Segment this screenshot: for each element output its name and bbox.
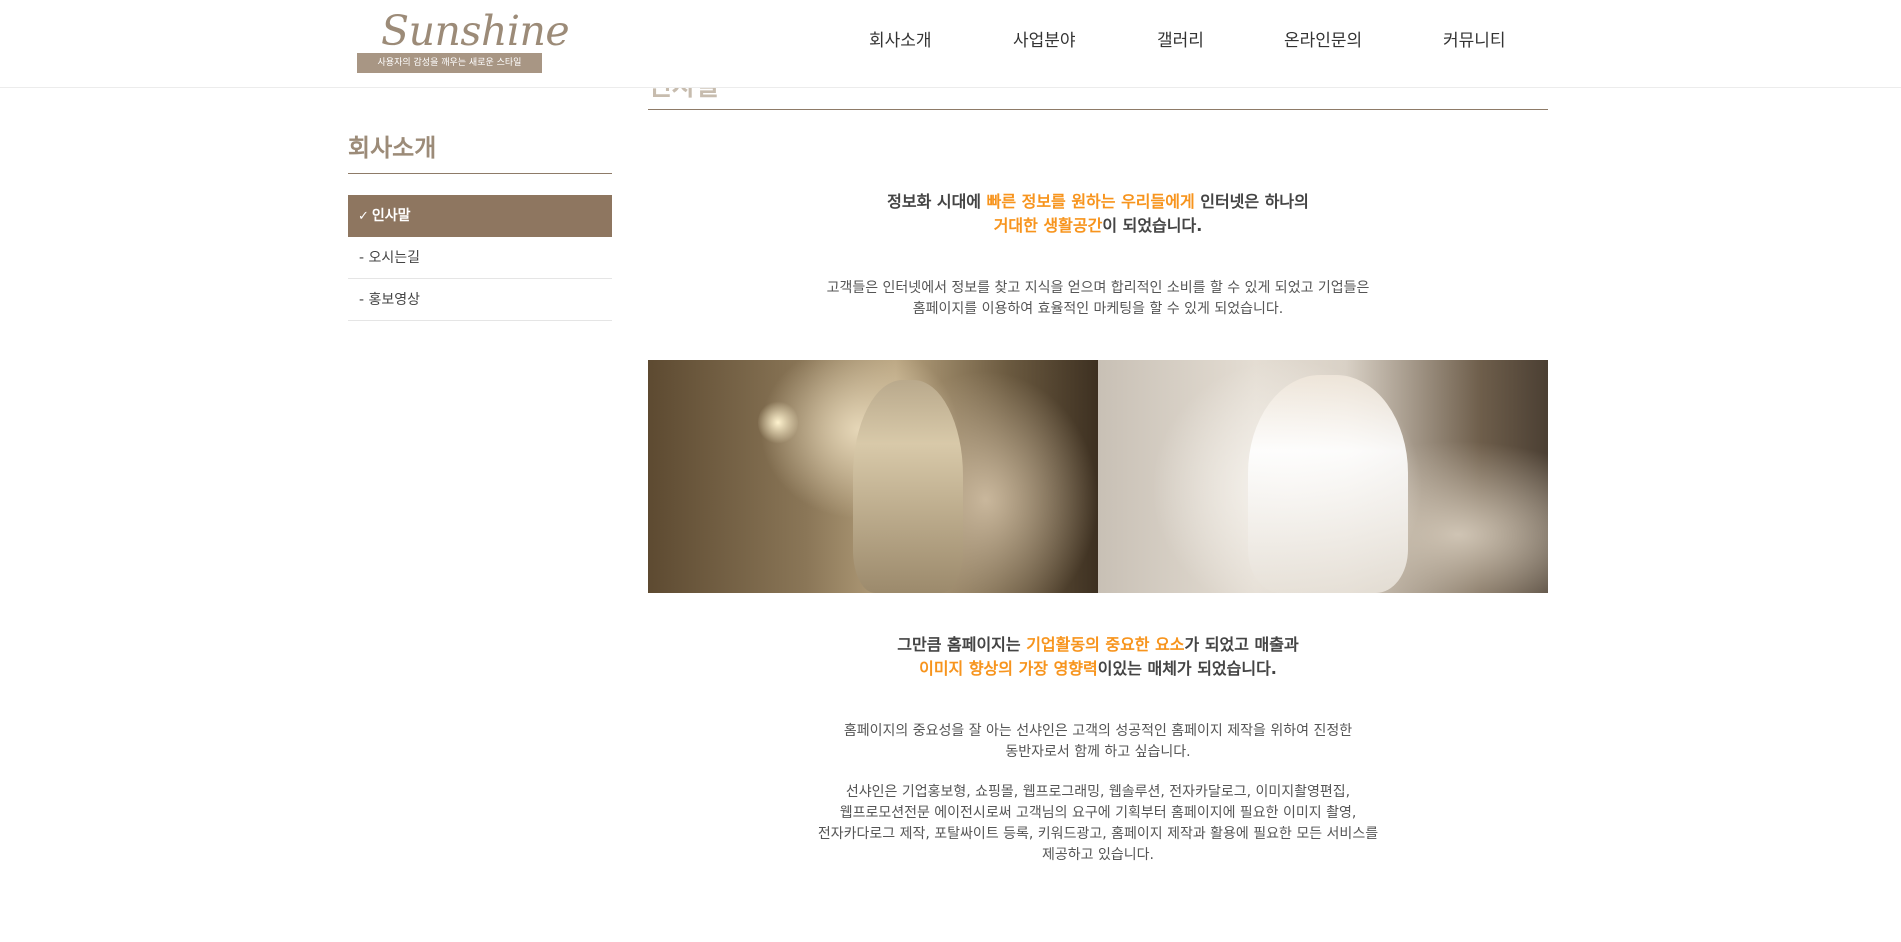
sidebar-item-promo-video[interactable]: - 홍보영상: [348, 279, 612, 321]
nav-item-company[interactable]: 회사소개: [869, 0, 932, 86]
paragraph-line: 전자카다로그 제작, 포탈싸이트 등록, 키워드광고, 홈페이지 제작과 활용에…: [817, 826, 1379, 842]
highlight-accent: 이미지 향상의 가장 영향력: [919, 659, 1098, 678]
logo-tagline: 사용자의 감성을 깨우는 새로운 스타일: [357, 53, 542, 73]
logo-wordmark: Sunshine: [381, 7, 570, 55]
check-icon: ✓: [358, 209, 369, 224]
sidebar-item-label: - 홍보영상: [359, 292, 421, 308]
chandelier-glow: [758, 400, 798, 445]
nav-item-business[interactable]: 사업분야: [1013, 0, 1076, 86]
highlight-text: 정보화 시대에: [887, 192, 987, 211]
services-paragraph: 선샤인은 기업홍보형, 쇼핑몰, 웹프로그래밍, 웹솔루션, 전자카달로그, 이…: [648, 782, 1548, 866]
nav-item-gallery[interactable]: 갤러리: [1157, 0, 1204, 86]
highlight-accent: 빠른 정보를 원하는 우리들에게: [986, 192, 1195, 211]
highlight-text: 이 되었습니다.: [1102, 216, 1203, 235]
sidebar-item-directions[interactable]: - 오시는길: [348, 237, 612, 279]
title-divider: [648, 109, 1548, 110]
paragraph-line: 고객들은 인터넷에서 정보를 찾고 지식을 얻으며 합리적인 소비를 할 수 있…: [826, 280, 1370, 296]
paragraph-line: 제공하고 있습니다.: [1042, 847, 1154, 863]
intro-paragraph: 고객들은 인터넷에서 정보를 찾고 지식을 얻으며 합리적인 소비를 할 수 있…: [648, 278, 1548, 320]
page: Sunshine 사용자의 감성을 깨우는 새로운 스타일 회사소개 사업분야 …: [0, 0, 1901, 942]
sidebar-item-greeting[interactable]: ✓ 인사말: [348, 195, 612, 237]
nav-item-community[interactable]: 커뮤니티: [1443, 0, 1506, 86]
sidebar-item-label: - 오시는길: [359, 250, 421, 266]
paragraph-line: 웹프로모션전문 에이전시로써 고객님의 요구에 기획부터 홈페이지에 필요한 이…: [839, 805, 1357, 821]
site-logo[interactable]: Sunshine 사용자의 감성을 깨우는 새로운 스타일: [357, 6, 570, 74]
highlight-text: 가 되었고 매출과: [1184, 635, 1299, 654]
model-figure: [853, 380, 963, 593]
nav-item-inquiry[interactable]: 온라인문의: [1284, 0, 1362, 86]
paragraph-line: 홈페이지를 이용하여 효율적인 마케팅을 할 수 있게 되었습니다.: [912, 301, 1284, 317]
partner-paragraph: 홈페이지의 중요성을 잘 아는 선샤인은 고객의 성공적인 홈페이지 제작을 위…: [648, 721, 1548, 763]
highlight-text: 인터넷은 하나의: [1194, 192, 1309, 211]
paragraph-line: 동반자로서 함께 하고 싶습니다.: [1005, 744, 1191, 760]
intro-highlight: 정보화 시대에 빠른 정보를 원하는 우리들에게 인터넷은 하나의 거대한 생활…: [648, 190, 1548, 238]
sidebar-item-label: 인사말: [371, 208, 411, 224]
site-header: Sunshine 사용자의 감성을 깨우는 새로운 스타일 회사소개 사업분야 …: [0, 0, 1901, 88]
paragraph-line: 홈페이지의 중요성을 잘 아는 선샤인은 고객의 성공적인 홈페이지 제작을 위…: [843, 723, 1353, 739]
highlight-accent: 거대한 생활공간: [993, 216, 1103, 235]
model-figure: [1248, 375, 1408, 593]
sidebar-title: 회사소개: [348, 128, 612, 174]
highlight-accent: 기업활동의 중요한 요소: [1026, 635, 1185, 654]
highlight-text: 이있는 매체가 되었습니다.: [1097, 659, 1277, 678]
importance-highlight: 그만큼 홈페이지는 기업활동의 중요한 요소가 되었고 매출과 이미지 향상의 …: [648, 633, 1548, 681]
main-nav: 회사소개 사업분야 갤러리 온라인문의 커뮤니티: [830, 0, 1550, 86]
sidebar-menu: ✓ 인사말 - 오시는길 - 홍보영상: [348, 195, 612, 321]
fashion-photo-right: [1098, 360, 1548, 593]
highlight-text: 그만큼 홈페이지는: [897, 635, 1027, 654]
fashion-photo-left: [648, 360, 1098, 593]
paragraph-line: 선샤인은 기업홍보형, 쇼핑몰, 웹프로그래밍, 웹솔루션, 전자카달로그, 이…: [845, 784, 1351, 800]
